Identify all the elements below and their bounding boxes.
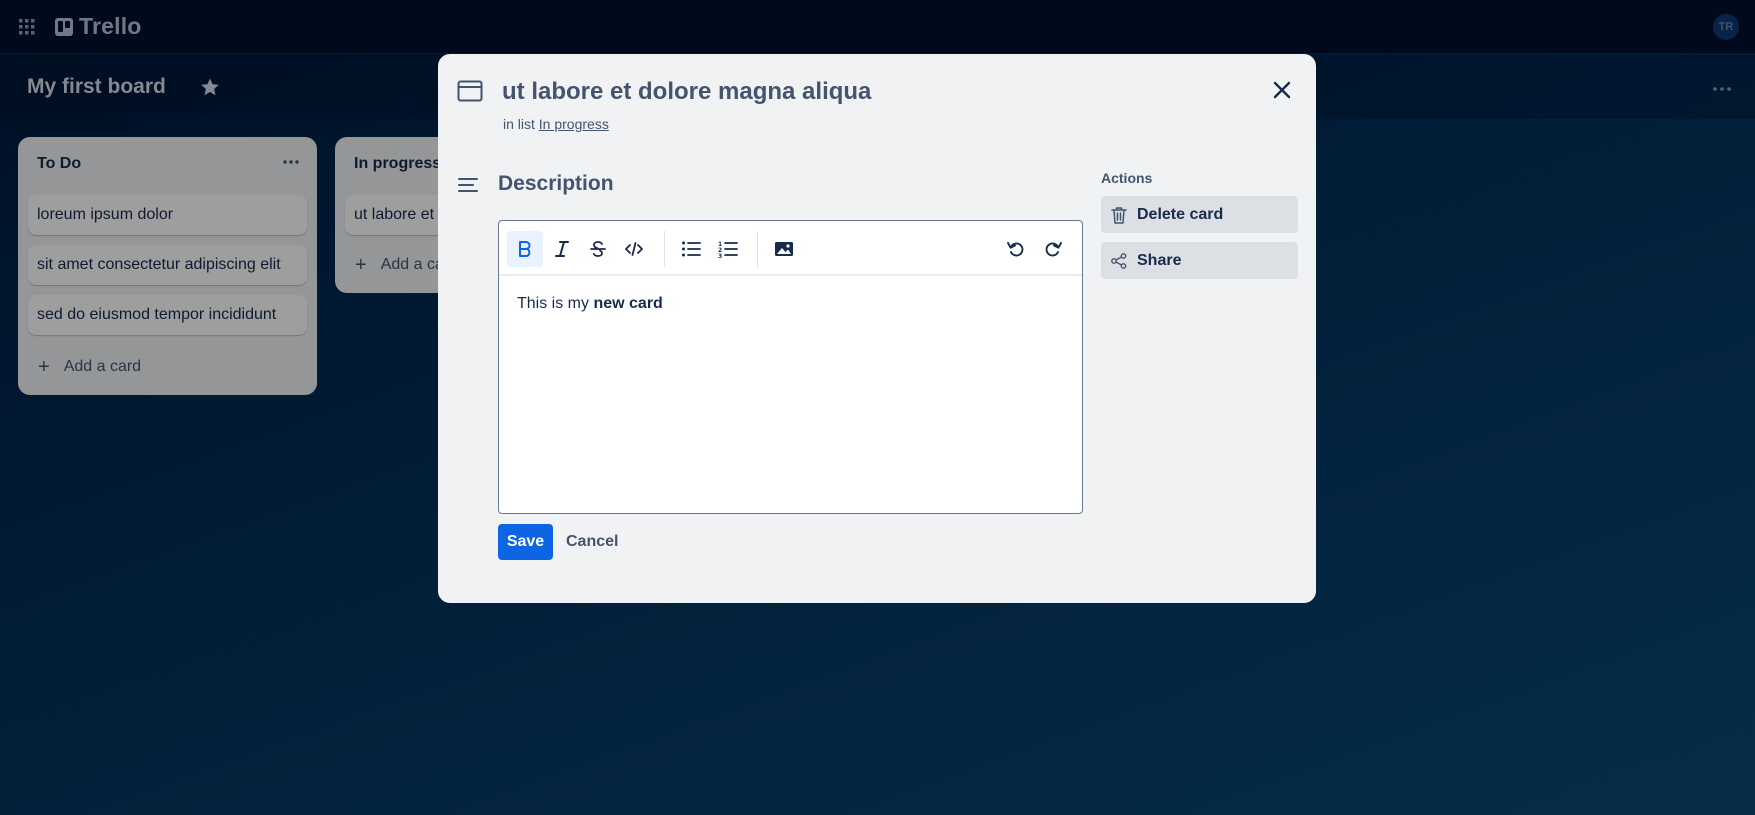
bullet-list-icon: [682, 241, 701, 257]
in-list-prefix: in list: [503, 116, 535, 132]
undo-icon: [1007, 242, 1024, 257]
italic-button[interactable]: [544, 231, 580, 267]
description-icon: [458, 178, 478, 192]
redo-button[interactable]: [1035, 231, 1071, 267]
code-icon: [625, 242, 643, 256]
close-icon[interactable]: [1272, 80, 1292, 100]
share-icon: [1111, 252, 1127, 269]
strikethrough-icon: [590, 241, 606, 257]
card-title[interactable]: ut labore et dolore magna aliqua: [502, 78, 871, 106]
redo-icon: [1045, 242, 1062, 257]
card-detail-modal: ut labore et dolore magna aliqua in list…: [438, 54, 1316, 603]
description-title: Description: [498, 172, 614, 195]
share-button[interactable]: Share: [1101, 242, 1298, 279]
bold-button[interactable]: [507, 231, 543, 267]
code-button[interactable]: [616, 231, 652, 267]
numbered-list-button[interactable]: 1 2 3: [710, 231, 746, 267]
bullet-list-button[interactable]: [673, 231, 709, 267]
toolbar-divider: [664, 231, 665, 267]
image-button[interactable]: [766, 231, 802, 267]
actions-title: Actions: [1101, 170, 1153, 186]
bold-icon: [519, 241, 531, 257]
save-button[interactable]: Save: [498, 524, 553, 560]
image-icon: [775, 242, 793, 256]
toolbar-divider: [757, 231, 758, 267]
cancel-button[interactable]: Cancel: [566, 533, 618, 551]
trash-icon: [1111, 206, 1127, 224]
share-label: Share: [1137, 251, 1182, 269]
delete-card-label: Delete card: [1137, 205, 1224, 223]
editor-toolbar: 1 2 3: [499, 221, 1082, 276]
card-icon: [457, 80, 483, 102]
editor-text: This is my: [517, 295, 594, 312]
delete-card-button[interactable]: Delete card: [1101, 196, 1298, 233]
description-editor[interactable]: 1 2 3 This is my new card: [498, 220, 1083, 514]
editor-bold-text: new card: [593, 295, 663, 312]
svg-text:3: 3: [718, 253, 722, 258]
numbered-list-icon: 1 2 3: [718, 241, 738, 258]
italic-icon: [555, 241, 569, 257]
undo-button[interactable]: [998, 231, 1034, 267]
in-list-link[interactable]: In progress: [539, 116, 609, 132]
card-list-info: in list In progress: [503, 116, 609, 132]
editor-content[interactable]: This is my new card: [517, 295, 663, 313]
strikethrough-button[interactable]: [580, 231, 616, 267]
